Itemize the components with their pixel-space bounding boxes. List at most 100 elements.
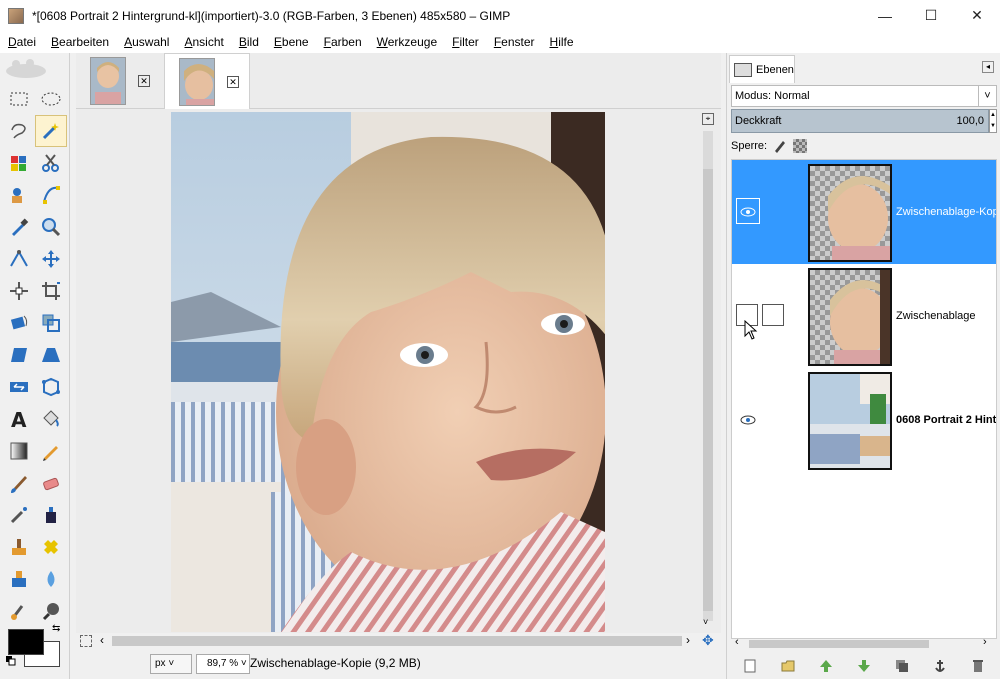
perspective-icon[interactable] (35, 339, 67, 371)
pencil-icon[interactable] (35, 435, 67, 467)
menu-farben[interactable]: Farben (316, 35, 369, 49)
blur-icon[interactable] (35, 563, 67, 595)
minimize-button[interactable]: — (862, 0, 908, 31)
chain-icon[interactable] (736, 198, 760, 224)
navigate-icon[interactable]: ⌖ (702, 113, 714, 125)
menu-fenster[interactable]: Fenster (486, 35, 542, 49)
chevron-down-icon[interactable]: ˅ (978, 86, 996, 106)
menu-bild[interactable]: Bild (231, 35, 266, 49)
reset-colors-icon[interactable] (6, 655, 16, 666)
lower-layer-icon[interactable] (856, 658, 872, 674)
quick-mask-icon[interactable] (80, 635, 92, 647)
opacity-label: Deckkraft (735, 115, 782, 127)
opacity-slider[interactable]: Deckkraft 100,0 (731, 109, 989, 133)
lock-alpha-icon[interactable] (793, 139, 808, 153)
flip-icon[interactable] (3, 371, 35, 403)
move-icon[interactable] (35, 243, 67, 275)
color-selector[interactable]: ⇆ (6, 623, 66, 673)
ellipse-select-icon[interactable] (35, 83, 67, 115)
image-tab-1[interactable]: ✕ (76, 53, 162, 109)
clone-icon[interactable] (3, 531, 35, 563)
layer-name[interactable]: Zwischenablage (896, 310, 996, 322)
menu-bar: Datei Bearbeiten Auswahl Ansicht Bild Eb… (0, 31, 1000, 53)
scroll-right-icon[interactable]: › (983, 636, 987, 648)
raise-layer-icon[interactable] (818, 658, 834, 674)
layers-scroll-thumb[interactable] (749, 640, 929, 648)
zoom-select[interactable]: 89,7 % ˅ (196, 654, 250, 674)
blend-icon[interactable] (3, 435, 35, 467)
image-canvas[interactable] (171, 112, 605, 632)
layer-name[interactable]: Zwischenablage-Kopie (896, 206, 996, 218)
menu-filter[interactable]: Filter (444, 35, 486, 49)
zoom-icon[interactable] (35, 211, 67, 243)
mode-select[interactable]: Modus: Normal ˅ (731, 85, 997, 107)
close-tab-icon[interactable]: ✕ (227, 75, 239, 88)
navigate-move-icon[interactable]: ✥ (702, 632, 714, 649)
horizontal-scroll-thumb[interactable] (112, 636, 682, 646)
horizontal-scrollbar[interactable]: ‹ › ✥ (76, 632, 721, 649)
menu-ebene[interactable]: Ebene (266, 35, 316, 49)
text-icon[interactable]: A (3, 403, 35, 435)
perspective-clone-icon[interactable] (3, 563, 35, 595)
fuzzy-select-icon[interactable] (35, 115, 67, 147)
lasso-icon[interactable] (3, 115, 35, 147)
align-icon[interactable] (3, 275, 35, 307)
duplicate-layer-icon[interactable] (894, 658, 910, 674)
layer-group-icon[interactable] (780, 658, 796, 674)
delete-layer-icon[interactable] (970, 658, 986, 674)
scroll-left-icon[interactable]: ‹ (735, 636, 739, 648)
layers-scrollbar[interactable]: ‹ › (731, 636, 997, 651)
shear-icon[interactable] (3, 339, 35, 371)
layer-name[interactable]: 0608 Portrait 2 Hintergrund-kl (896, 414, 996, 426)
scale-icon[interactable] (35, 307, 67, 339)
menu-bearbeiten[interactable]: Bearbeiten (43, 35, 116, 49)
foreground-select-icon[interactable] (3, 179, 35, 211)
foreground-color[interactable] (8, 629, 44, 655)
menu-auswahl[interactable]: Auswahl (116, 35, 176, 49)
canvas-area[interactable]: ⌖ ˅ (76, 109, 721, 633)
paths-icon[interactable] (35, 179, 67, 211)
ink-icon[interactable] (35, 499, 67, 531)
scroll-down-icon[interactable]: ˅ (703, 617, 708, 627)
rotate-icon[interactable] (3, 307, 35, 339)
menu-ansicht[interactable]: Ansicht (176, 35, 230, 49)
menu-werkzeuge[interactable]: Werkzeuge (369, 35, 444, 49)
airbrush-icon[interactable] (3, 499, 35, 531)
image-tab-2[interactable]: ✕ (164, 53, 250, 109)
scissors-icon[interactable] (35, 147, 67, 179)
cage-icon[interactable] (35, 371, 67, 403)
chain-icon[interactable] (762, 304, 784, 326)
color-picker-icon[interactable] (3, 211, 35, 243)
bucket-fill-icon[interactable] (35, 403, 67, 435)
status-message: Zwischenablage-Kopie (9,2 MB) (250, 656, 421, 670)
heal-icon[interactable] (35, 531, 67, 563)
opacity-spinner[interactable]: ▲ ▼ (989, 109, 997, 133)
swap-colors-icon[interactable]: ⇆ (52, 623, 60, 634)
measure-icon[interactable] (3, 243, 35, 275)
scroll-left-icon[interactable]: ‹ (100, 633, 104, 647)
lock-pixels-icon[interactable] (773, 139, 787, 153)
layer-row[interactable]: Zwischenablage (732, 264, 996, 368)
crop-icon[interactable] (35, 275, 67, 307)
close-button[interactable]: ✕ (954, 0, 1000, 31)
layer-thumbnail (808, 164, 892, 262)
maximize-button[interactable]: ☐ (908, 0, 954, 31)
close-tab-icon[interactable]: ✕ (138, 75, 150, 87)
layer-row[interactable]: 0608 Portrait 2 Hintergrund-kl (732, 368, 996, 472)
scroll-right-icon[interactable]: › (686, 633, 690, 647)
eraser-icon[interactable] (35, 467, 67, 499)
layer-row[interactable]: Zwischenablage-Kopie (732, 160, 996, 264)
unit-select[interactable]: px ˅ (150, 654, 192, 674)
vertical-scroll-thumb[interactable] (703, 169, 713, 611)
new-layer-icon[interactable] (742, 658, 758, 674)
paintbrush-icon[interactable] (3, 467, 35, 499)
dock-menu-icon[interactable]: ◂ (982, 61, 994, 73)
tab-ebenen[interactable]: Ebenen (729, 55, 795, 83)
color-select-icon[interactable] (3, 147, 35, 179)
menu-hilfe[interactable]: Hilfe (542, 35, 581, 49)
rect-select-icon[interactable] (3, 83, 35, 115)
vertical-scrollbar[interactable]: ⌖ ˅ (699, 109, 717, 633)
eye-icon[interactable] (738, 412, 758, 428)
anchor-layer-icon[interactable] (932, 658, 948, 674)
menu-datei[interactable]: Datei (0, 35, 43, 49)
